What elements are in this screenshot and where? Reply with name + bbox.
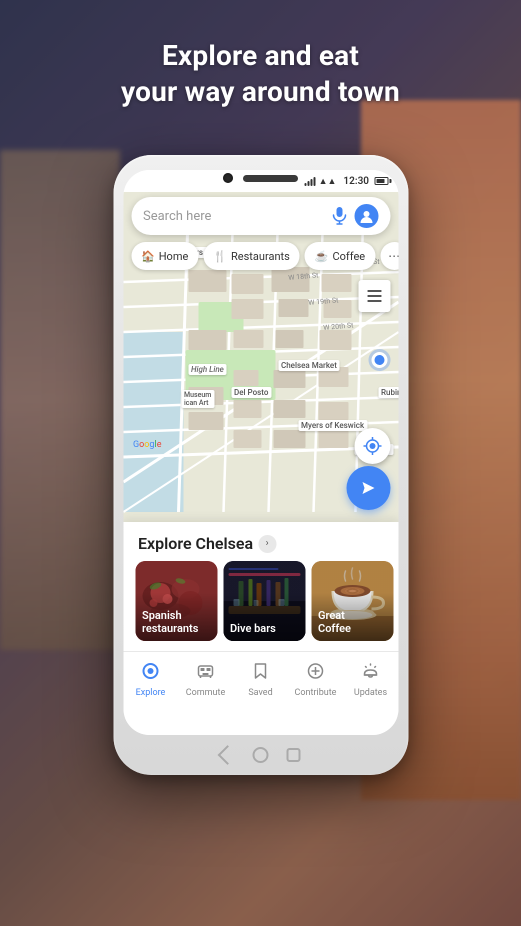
category-card-spanish[interactable]: Spanish restaurants bbox=[135, 561, 217, 641]
search-placeholder: Search here bbox=[143, 209, 324, 224]
hero-title: Explore and eat your way around town bbox=[0, 38, 521, 111]
home-icon: 🏠 bbox=[141, 250, 155, 263]
chip-home[interactable]: 🏠 Home bbox=[131, 242, 198, 270]
more-chips-button[interactable]: ⋯ bbox=[380, 242, 398, 270]
category-cards: Spanish restaurants bbox=[123, 561, 398, 641]
go-button[interactable] bbox=[346, 466, 390, 510]
map-label-museum: Museumican Art bbox=[181, 390, 214, 408]
map-area[interactable]: W 18th St W 19th St W 20th St 8th Ave 21… bbox=[123, 192, 398, 522]
phone-top-bar bbox=[223, 173, 298, 183]
signal-bar-3 bbox=[311, 179, 313, 186]
phone-screen: ▲▲ 12:30 bbox=[123, 170, 398, 735]
map-label-rubin: Rubin Museum bbox=[378, 387, 398, 398]
battery-fill bbox=[376, 179, 384, 183]
contribute-nav-label: Contribute bbox=[295, 688, 337, 698]
phone-home-button[interactable] bbox=[253, 747, 269, 763]
nav-updates[interactable]: Updates bbox=[343, 652, 398, 706]
my-location-button[interactable] bbox=[354, 428, 390, 464]
battery-icon bbox=[374, 177, 388, 185]
phone-device: ▲▲ 12:30 bbox=[113, 155, 408, 775]
bg-building-left bbox=[0, 150, 120, 650]
phone-speaker bbox=[243, 175, 298, 182]
chip-coffee-label: Coffee bbox=[333, 250, 366, 263]
map-layers-button[interactable] bbox=[358, 280, 390, 312]
saved-nav-label: Saved bbox=[248, 688, 272, 698]
wifi-icon: ▲▲ bbox=[319, 176, 337, 187]
chip-coffee[interactable]: ☕ Coffee bbox=[305, 242, 375, 270]
explore-chevron[interactable]: › bbox=[258, 535, 276, 553]
spanish-card-label: Spanish restaurants bbox=[142, 609, 198, 635]
map-label-del-posto: Del Posto bbox=[231, 387, 271, 398]
explore-nav-icon bbox=[141, 661, 161, 686]
nav-commute[interactable]: Commute bbox=[178, 652, 233, 706]
commute-nav-label: Commute bbox=[186, 688, 225, 698]
contribute-nav-icon bbox=[306, 661, 326, 686]
map-label-myers: Myers of Keswick bbox=[298, 420, 367, 431]
current-location-pin bbox=[371, 352, 387, 368]
commute-nav-icon bbox=[196, 661, 216, 686]
explore-nav-label: Explore bbox=[136, 688, 166, 698]
bottom-navigation: Explore bbox=[123, 651, 398, 706]
chip-home-label: Home bbox=[159, 250, 189, 263]
bottom-sheet: Explore Chelsea › bbox=[123, 522, 398, 735]
search-bar[interactable]: Search here bbox=[131, 197, 390, 235]
signal-bar-2 bbox=[308, 181, 310, 186]
phone-camera bbox=[223, 173, 233, 183]
signal-icon bbox=[305, 176, 316, 186]
nav-saved[interactable]: Saved bbox=[233, 652, 288, 706]
map-label-chelsea-market: Chelsea Market bbox=[278, 360, 340, 371]
coffee-card-label: Great Coffee bbox=[318, 609, 351, 635]
user-avatar[interactable] bbox=[354, 204, 378, 228]
hero-text-container: Explore and eat your way around town bbox=[0, 38, 521, 111]
phone-shell: ▲▲ 12:30 bbox=[113, 155, 408, 775]
category-chips: 🏠 Home 🍴 Restaurants ☕ Coffee ⋯ bbox=[131, 242, 398, 270]
category-card-divebars[interactable]: Dive bars bbox=[223, 561, 305, 641]
phone-recents-button[interactable] bbox=[287, 748, 301, 762]
divebars-card-label: Dive bars bbox=[230, 622, 276, 635]
nav-explore[interactable]: Explore bbox=[123, 652, 178, 706]
time-display: 12:30 bbox=[343, 176, 369, 187]
phone-bottom-bar bbox=[221, 747, 301, 763]
updates-nav-label: Updates bbox=[354, 688, 387, 698]
restaurant-icon: 🍴 bbox=[213, 250, 227, 263]
map-label-highline: High Line bbox=[188, 364, 227, 375]
category-card-coffee[interactable]: Great Coffee bbox=[311, 561, 393, 641]
signal-bar-1 bbox=[305, 183, 307, 186]
status-icons: ▲▲ 12:30 bbox=[305, 176, 388, 187]
google-logo: Google bbox=[133, 440, 161, 450]
explore-title: Explore Chelsea bbox=[138, 534, 253, 553]
chip-restaurants[interactable]: 🍴 Restaurants bbox=[203, 242, 299, 270]
saved-nav-icon bbox=[251, 661, 271, 686]
phone-back-button[interactable] bbox=[218, 745, 238, 765]
updates-nav-icon bbox=[361, 661, 381, 686]
chip-restaurants-label: Restaurants bbox=[231, 250, 290, 263]
explore-header: Explore Chelsea › bbox=[123, 522, 398, 561]
signal-bar-4 bbox=[314, 177, 316, 186]
nav-contribute[interactable]: Contribute bbox=[288, 652, 343, 706]
coffee-chip-icon: ☕ bbox=[315, 250, 329, 263]
microphone-icon[interactable] bbox=[330, 207, 348, 225]
